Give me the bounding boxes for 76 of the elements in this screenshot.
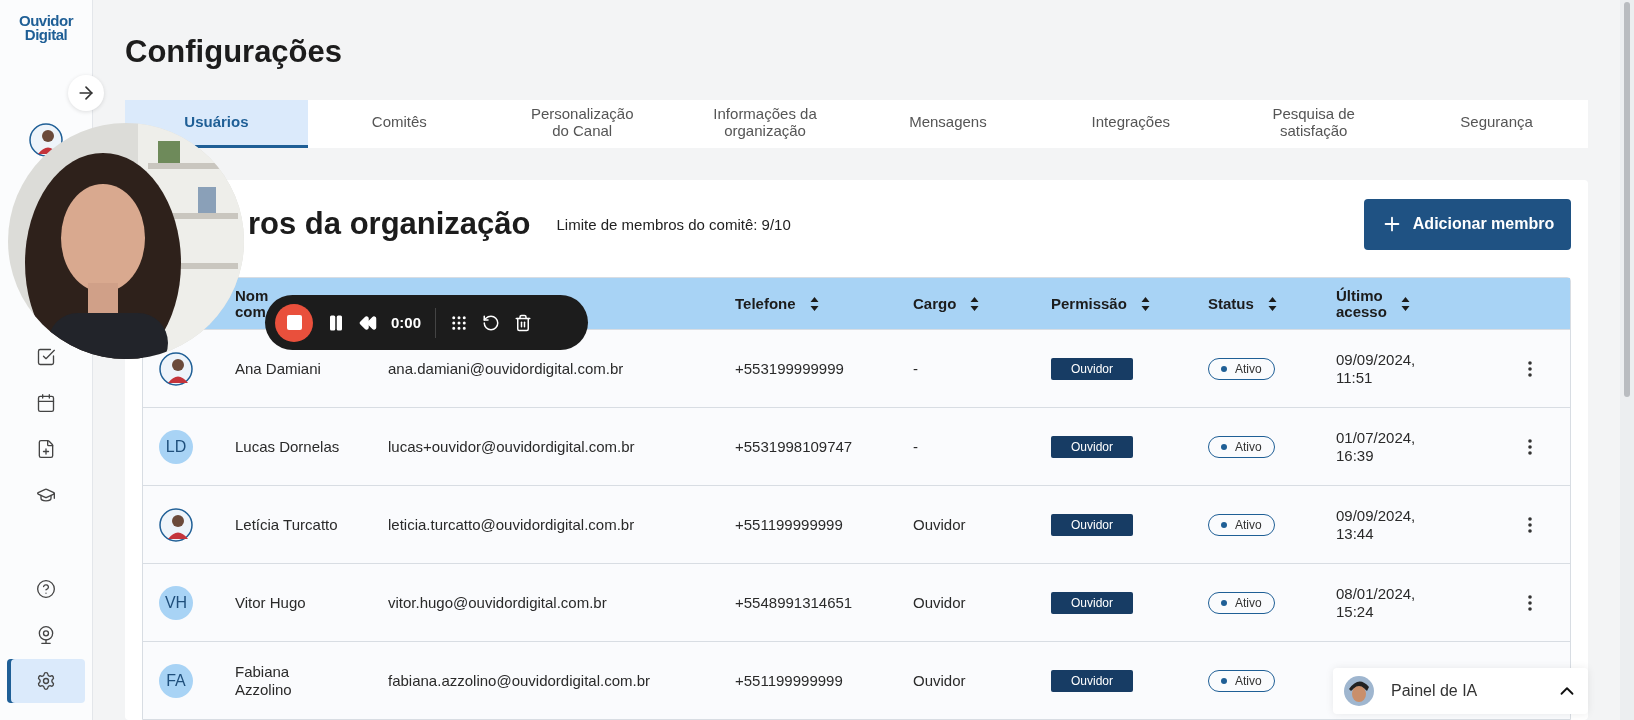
name-cell-text: Fabiana Azzolino bbox=[235, 663, 293, 698]
more-icon bbox=[1528, 360, 1532, 377]
column-header: Nom com bbox=[235, 287, 269, 320]
column-header: Cargo bbox=[913, 295, 957, 312]
webcam-icon bbox=[36, 625, 56, 645]
sort-icon[interactable] bbox=[1140, 295, 1150, 312]
more-icon bbox=[1528, 438, 1532, 455]
more-icon bbox=[1528, 516, 1532, 533]
last-access-cell-text: 09/09/2024, 13:44 bbox=[1336, 507, 1417, 542]
permission-badge: Ouvidor bbox=[1051, 357, 1133, 380]
sort-icon[interactable] bbox=[970, 295, 980, 312]
email-cell-text: lucas+ouvidor@ouvidordigital.com.br bbox=[388, 437, 636, 456]
pause-button[interactable] bbox=[327, 313, 345, 332]
column-header: Permissão bbox=[1051, 295, 1127, 312]
more-options-button[interactable] bbox=[1528, 438, 1532, 455]
role-cell-text: Ouvidor bbox=[913, 593, 967, 612]
phone-cell-text: +551199999999 bbox=[735, 671, 844, 690]
section-heading: ros da organização bbox=[248, 206, 531, 242]
more-icon bbox=[1528, 594, 1532, 611]
more-options-button[interactable] bbox=[1528, 360, 1532, 377]
phone-cell-text: +551199999999 bbox=[735, 515, 844, 534]
role-cell-text: - bbox=[913, 437, 919, 456]
settings-icon bbox=[36, 671, 56, 691]
stop-button[interactable] bbox=[275, 303, 313, 342]
logo: Ouvidor Digital bbox=[19, 14, 73, 41]
recording-time: 0:00 bbox=[391, 314, 422, 331]
permission-badge: Ouvidor bbox=[1051, 669, 1133, 692]
more-options-button[interactable] bbox=[1528, 594, 1532, 611]
file-plus-icon bbox=[36, 439, 56, 459]
expand-button[interactable] bbox=[68, 75, 104, 111]
sidebar-item[interactable] bbox=[7, 659, 85, 703]
scrollbar[interactable] bbox=[1620, 0, 1634, 720]
add-member-button[interactable]: Adicionar membro bbox=[1364, 198, 1571, 250]
email-cell-text: fabiana.azzolino@ouvidordigital.com.br bbox=[388, 671, 652, 690]
permission-badge: Ouvidor bbox=[1051, 513, 1133, 536]
permission-badge: Ouvidor bbox=[1051, 591, 1133, 614]
assistant-avatar bbox=[1343, 675, 1375, 707]
avatar: LD bbox=[159, 429, 193, 464]
checkbox-icon bbox=[36, 347, 56, 367]
sort-icon[interactable] bbox=[1267, 295, 1277, 312]
column-header: Status bbox=[1208, 295, 1254, 312]
email-cell-text: leticia.turcatto@ouvidordigital.com.br bbox=[388, 515, 636, 534]
role-cell-text: Ouvidor bbox=[913, 671, 967, 690]
column-header: Último acesso bbox=[1336, 287, 1387, 320]
restart-button[interactable] bbox=[482, 313, 501, 332]
name-cell-text: Letícia Turcatto bbox=[235, 515, 339, 534]
delete-button[interactable] bbox=[514, 313, 533, 332]
last-access-cell-text: 01/07/2024, 16:39 bbox=[1336, 429, 1417, 464]
last-access-cell-text: 09/09/2024, 11:51 bbox=[1336, 351, 1417, 386]
page-title: Configurações bbox=[125, 34, 344, 70]
name-cell-text: Ana Damiani bbox=[235, 359, 322, 378]
avatar bbox=[159, 507, 193, 542]
ai-panel-button[interactable]: Painel de IA bbox=[1333, 668, 1588, 714]
email-cell-text: ana.damiani@ouvidordigital.com.br bbox=[388, 359, 625, 378]
permission-badge: Ouvidor bbox=[1051, 435, 1133, 458]
name-cell-text: Lucas Dornelas bbox=[235, 437, 341, 456]
more-options-button[interactable] bbox=[1528, 516, 1532, 533]
email-cell-text: vitor.hugo@ouvidordigital.com.br bbox=[388, 593, 608, 612]
help-icon bbox=[36, 579, 56, 599]
phone-cell-text: +5531998109747 bbox=[735, 437, 854, 456]
grid-button[interactable] bbox=[450, 313, 469, 332]
role-cell-text: Ouvidor bbox=[913, 515, 967, 534]
name-cell-text: Vitor Hugo bbox=[235, 593, 307, 612]
avatar bbox=[159, 351, 193, 386]
role-cell-text: - bbox=[913, 359, 919, 378]
avatar: VH bbox=[159, 585, 193, 620]
rewind-button[interactable] bbox=[359, 313, 377, 332]
sort-icon[interactable] bbox=[1400, 295, 1410, 312]
sort-icon[interactable] bbox=[809, 295, 819, 312]
last-access-cell-text: 08/01/2024, 15:24 bbox=[1336, 585, 1417, 620]
column-header: Telefone bbox=[735, 295, 796, 312]
phone-cell-text: +553199999999 bbox=[735, 359, 845, 378]
avatar: FA bbox=[159, 663, 193, 698]
phone-cell-text: +5548991314651 bbox=[735, 593, 854, 612]
calendar-icon bbox=[36, 393, 56, 413]
member-limit: Limite de membros do comitê: 9/10 bbox=[556, 215, 791, 233]
